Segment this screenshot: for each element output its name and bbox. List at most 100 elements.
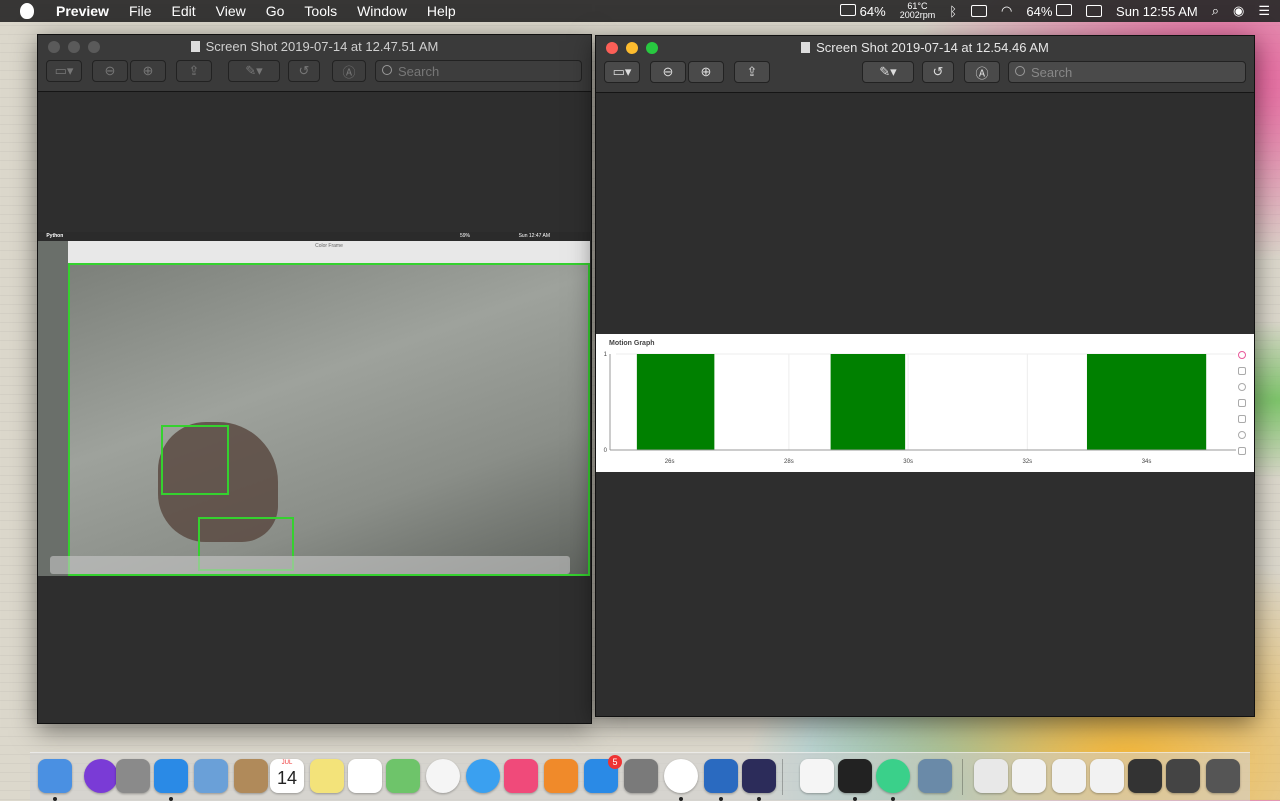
running-indicator [891, 797, 895, 801]
display-icon[interactable] [1086, 5, 1103, 17]
battery2-icon [1056, 3, 1073, 16]
reminders-icon[interactable] [348, 759, 382, 793]
reset-tool-icon[interactable] [1238, 431, 1246, 439]
search-field[interactable]: Search [1008, 61, 1246, 83]
chart-bar [830, 354, 906, 450]
fan-rpm-value: 2002rpm [899, 10, 936, 20]
markup-pen-button[interactable]: ✎▾ [862, 61, 914, 83]
siri-icon[interactable] [84, 759, 118, 793]
zoom-in-button[interactable]: ⊕ [130, 60, 166, 82]
rotate-button[interactable]: ↺ [288, 60, 320, 82]
app-store-icon[interactable]: 5 [584, 755, 622, 793]
messages-icon[interactable] [466, 759, 500, 793]
clock[interactable]: Sun 12:55 AM [1116, 4, 1198, 19]
sidebar-toggle-button[interactable]: ▭▾ [604, 61, 640, 83]
battery-status-2[interactable]: 64% [1026, 3, 1073, 19]
running-indicator [53, 797, 57, 801]
temperature-status[interactable]: 61°C 2002rpm [900, 2, 936, 20]
chart-bar [1086, 354, 1207, 450]
pan-tool-icon[interactable] [1238, 367, 1246, 375]
hover-tool-icon[interactable] [1238, 447, 1246, 455]
zoom-out-button[interactable]: ⊖ [650, 61, 686, 83]
doc6-icon[interactable] [1206, 759, 1240, 793]
detection-box-1 [161, 425, 229, 495]
menu-file[interactable]: File [129, 3, 152, 19]
markup-toolbar-button[interactable]: Ⓐ [332, 60, 366, 82]
menu-help[interactable]: Help [427, 3, 456, 19]
doc2-icon[interactable] [1052, 759, 1086, 793]
preview-icon[interactable] [918, 759, 952, 793]
embedded-app-name: Python [46, 233, 64, 239]
textedit-icon[interactable] [800, 759, 834, 793]
sidebar-toggle-button[interactable]: ▭▾ [46, 60, 82, 82]
embedded-menubar: Python 59% Sun 12:47 AM [38, 232, 590, 241]
embedded-clock: Sun 12:47 AM [518, 233, 550, 239]
embedded-dock [50, 556, 570, 574]
document-icon [190, 41, 200, 52]
notes-icon[interactable] [234, 759, 268, 793]
system-preferences-icon[interactable] [624, 759, 658, 793]
menu-window[interactable]: Window [357, 3, 407, 19]
stickies-icon[interactable] [310, 759, 344, 793]
photos-icon[interactable] [426, 759, 460, 793]
maps-icon[interactable] [386, 759, 420, 793]
apple-menu-icon[interactable] [20, 3, 34, 19]
wifi-icon[interactable]: ◠ [1001, 3, 1012, 19]
memory-icon[interactable] [971, 5, 988, 17]
launchpad-icon[interactable] [116, 759, 150, 793]
markup-toolbar-button[interactable]: Ⓐ [964, 61, 1000, 83]
x-tick-label: 28s [784, 459, 794, 465]
eclipse-icon[interactable] [742, 759, 776, 793]
mail-icon[interactable] [194, 759, 228, 793]
document-icon [801, 42, 811, 53]
menu-edit[interactable]: Edit [172, 3, 196, 19]
notification-center-icon[interactable]: ☰ [1258, 3, 1270, 19]
camera-frame [68, 263, 590, 576]
chrome-icon[interactable] [664, 759, 698, 793]
markup-pen-button[interactable]: ✎▾ [228, 60, 280, 82]
zoom-tool-icon[interactable] [1238, 383, 1246, 391]
terminal-icon[interactable] [838, 759, 872, 793]
doc5-icon[interactable] [1166, 759, 1200, 793]
share-button[interactable]: ⇪ [734, 61, 770, 83]
window-title: Screen Shot 2019-07-14 at 12.54.46 AM [596, 40, 1254, 55]
rotate-button[interactable]: ↺ [922, 61, 954, 83]
menu-go[interactable]: Go [266, 3, 285, 19]
embedded-battery: 59% [459, 233, 470, 239]
battery-status[interactable]: 64% [840, 3, 886, 19]
finder-icon[interactable] [38, 759, 72, 793]
embedded-screenshot: Python 59% Sun 12:47 AM Color Frame [38, 232, 590, 576]
menu-view[interactable]: View [216, 3, 246, 19]
bluetooth-icon[interactable]: ᛒ [949, 4, 957, 19]
atom-icon[interactable] [876, 759, 910, 793]
battery2-percent: 64% [1026, 3, 1053, 19]
itunes-icon[interactable] [504, 759, 538, 793]
titlebar-left: Screen Shot 2019-07-14 at 12.47.51 AM ▭▾… [38, 35, 591, 92]
doc3-icon[interactable] [1090, 759, 1124, 793]
zoom-out-button[interactable]: ⊖ [92, 60, 128, 82]
search-field[interactable]: Search [375, 60, 582, 82]
spotlight-icon[interactable]: ⌕ [1212, 3, 1219, 19]
menu-tools[interactable]: Tools [304, 3, 337, 19]
x-tick-label: 34s [1142, 459, 1152, 465]
battery-percent: 64% [859, 3, 886, 19]
doc1-icon[interactable] [1012, 759, 1046, 793]
calendar-icon[interactable]: JUL 14 [270, 759, 304, 793]
siri-menu-icon[interactable]: ◉ [1233, 3, 1244, 19]
battery-icon [840, 3, 857, 16]
bokeh-logo-icon[interactable] [1238, 351, 1246, 359]
dock-separator [782, 759, 783, 795]
ibooks-icon[interactable] [544, 759, 578, 793]
vscode-icon[interactable] [704, 759, 738, 793]
save-tool-icon[interactable] [1238, 415, 1246, 423]
share-button[interactable]: ⇪ [176, 60, 212, 82]
menu-app-name[interactable]: Preview [56, 3, 109, 19]
zoom-in-button[interactable]: ⊕ [688, 61, 724, 83]
search-placeholder: Search [1031, 64, 1073, 80]
box-zoom-tool-icon[interactable] [1238, 399, 1246, 407]
safari-icon[interactable] [154, 759, 188, 793]
x-tick-label: 26s [665, 459, 675, 465]
downloads-icon[interactable] [974, 759, 1008, 793]
doc4-icon[interactable] [1128, 759, 1162, 793]
x-tick-label: 30s [903, 459, 913, 465]
